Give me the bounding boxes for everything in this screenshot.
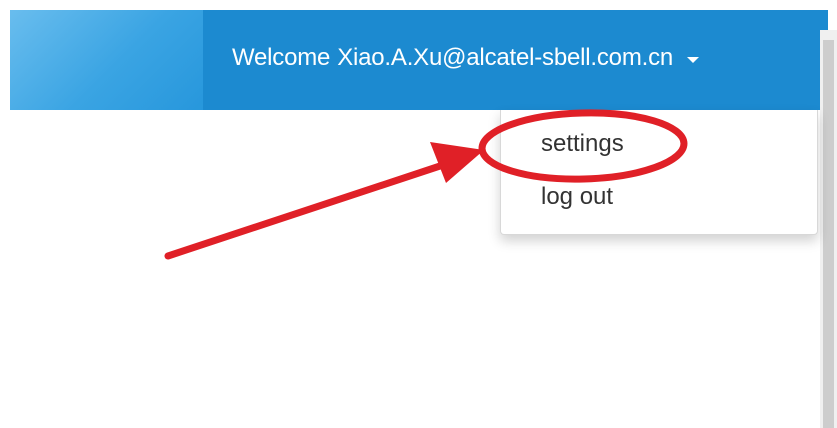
header-logo-area	[10, 10, 203, 110]
user-dropdown-menu: settings log out	[500, 110, 818, 235]
scrollbar-thumb[interactable]	[823, 40, 834, 428]
user-email: Xiao.A.Xu@alcatel-sbell.com.cn	[337, 44, 674, 71]
arrow-head-icon	[430, 142, 484, 183]
user-menu-toggle[interactable]: Welcome Xiao.A.Xu@alcatel-sbell.com.cn	[232, 38, 700, 78]
arrow-shaft	[164, 162, 444, 260]
caret-down-icon	[687, 57, 700, 63]
menu-item-settings[interactable]: settings	[541, 130, 624, 158]
welcome-label: Welcome	[232, 44, 331, 71]
menu-item-log-out[interactable]: log out	[541, 183, 613, 211]
vertical-scrollbar[interactable]	[820, 30, 837, 428]
